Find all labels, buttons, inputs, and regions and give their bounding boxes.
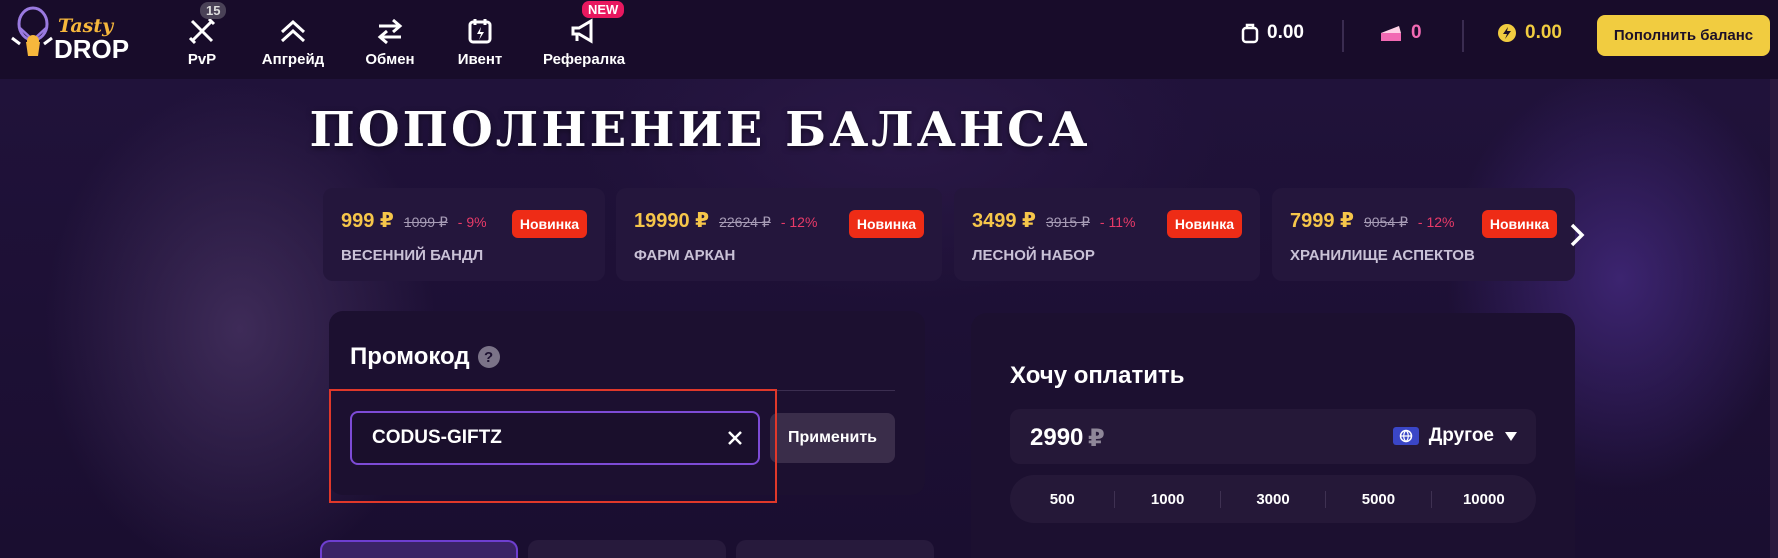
topup-balance-button[interactable]: Пополнить баланс xyxy=(1597,15,1770,56)
logo-text-drop: DROP xyxy=(54,34,129,64)
nav-pvp[interactable]: 15 PvP xyxy=(180,2,227,68)
new-badge: NEW xyxy=(582,1,625,18)
nav-pvp-label: PvP xyxy=(187,51,217,68)
tastydrop-logo[interactable]: Tasty DROP xyxy=(6,6,138,68)
offer-price: 7999 ₽ xyxy=(1290,210,1354,232)
nav-exchange[interactable]: Обмен xyxy=(364,8,416,68)
offer-discount: - 12% xyxy=(780,214,818,230)
payment-method-tab[interactable] xyxy=(320,540,518,558)
close-icon[interactable] xyxy=(726,429,744,447)
offer-old-price: 9054 ₽ xyxy=(1363,214,1408,230)
offer-discount: - 9% xyxy=(457,214,487,230)
offer-old-price: 3915 ₽ xyxy=(1045,214,1090,230)
payment-method-tab[interactable] xyxy=(736,540,934,558)
offer-card[interactable]: 999 ₽ 1099 ₽ - 9% ВЕСЕННИЙ БАНДЛ Новинка xyxy=(323,188,605,281)
preset-amount[interactable]: 1000 xyxy=(1115,490,1221,508)
offer-discount: - 11% xyxy=(1099,214,1136,230)
apply-promo-button[interactable]: Применить xyxy=(770,413,895,463)
globe-icon xyxy=(1392,427,1419,445)
balance-value: 0.00 xyxy=(1267,22,1304,43)
offer-old-price: 1099 ₽ xyxy=(403,214,448,230)
cake-count: 0 xyxy=(1411,22,1422,43)
help-icon[interactable]: ? xyxy=(477,346,500,368)
offer-name: ЛЕСНОЙ НАБОР xyxy=(972,247,1095,264)
top-header: Tasty DROP 15 PvP Апгрейд Обмен Ивент NE… xyxy=(0,0,1778,79)
nav-event[interactable]: Ивент xyxy=(455,8,505,68)
offer-card[interactable]: 7999 ₽ 9054 ₽ - 12% ХРАНИЛИЩЕ АСПЕКТОВ Н… xyxy=(1272,188,1575,281)
new-offer-badge: Новинка xyxy=(511,210,587,238)
payment-method-label: Другое xyxy=(1428,425,1494,446)
wallet-bag-icon xyxy=(1241,23,1259,44)
offer-card[interactable]: 3499 ₽ 3915 ₽ - 11% ЛЕСНОЙ НАБОР Новинка xyxy=(954,188,1260,281)
promo-panel xyxy=(329,311,925,495)
promo-code-input[interactable] xyxy=(372,427,712,449)
payment-method-select[interactable]: Другое xyxy=(1392,425,1518,447)
pvp-count-badge: 15 xyxy=(200,2,227,19)
page-scrollbar[interactable] xyxy=(1770,79,1778,558)
offer-price: 3499 ₽ xyxy=(972,210,1036,232)
preset-amount[interactable]: 3000 xyxy=(1221,490,1327,508)
preset-amount[interactable]: 5000 xyxy=(1326,490,1432,508)
balance-stat[interactable]: 0.00 xyxy=(1241,22,1304,44)
coin-value: 0.00 xyxy=(1525,22,1562,43)
nav-event-label: Ивент xyxy=(457,51,503,68)
amount-field[interactable]: 2990 ₽ Другое xyxy=(1010,409,1536,464)
new-offer-badge: Новинка xyxy=(1166,210,1242,238)
offer-card[interactable]: 19990 ₽ 22624 ₽ - 12% ФАРМ АРКАН Новинка xyxy=(616,188,942,281)
offer-discount: - 12% xyxy=(1417,214,1455,230)
header-divider xyxy=(1462,20,1464,52)
offer-price: 19990 ₽ xyxy=(634,210,710,232)
preset-amount[interactable]: 500 xyxy=(1010,490,1116,508)
coin-icon xyxy=(1498,24,1516,42)
nav-referral[interactable]: NEW Рефералка xyxy=(542,1,626,68)
crossed-swords-icon xyxy=(188,17,216,45)
chevron-down-icon xyxy=(1505,432,1517,441)
chevron-right-icon[interactable] xyxy=(1566,221,1588,249)
cake-icon xyxy=(1381,26,1401,41)
payment-method-tab[interactable] xyxy=(528,540,726,558)
promo-code-field[interactable] xyxy=(350,411,760,465)
currency-symbol: ₽ xyxy=(1088,425,1105,452)
divider xyxy=(350,390,895,391)
new-offer-badge: Новинка xyxy=(848,210,924,238)
upgrade-chevrons-icon xyxy=(280,19,306,43)
offer-name: ФАРМ АРКАН xyxy=(634,247,736,264)
nav-upgrade[interactable]: Апгрейд xyxy=(258,8,328,68)
nav-upgrade-label: Апгрейд xyxy=(261,51,325,68)
exchange-arrows-icon xyxy=(377,18,403,45)
preset-amount[interactable]: 10000 xyxy=(1432,491,1536,508)
promo-title: Промокод ? xyxy=(350,343,500,371)
megaphone-icon xyxy=(571,18,593,44)
offer-name: ВЕСЕННИЙ БАНДЛ xyxy=(341,247,484,264)
coin-stat[interactable]: 0.00 xyxy=(1497,22,1562,44)
offer-name: ХРАНИЛИЩЕ АСПЕКТОВ xyxy=(1290,247,1475,264)
promo-title-text: Промокод xyxy=(350,343,470,370)
offer-old-price: 22624 ₽ xyxy=(719,214,771,230)
offer-price: 999 ₽ xyxy=(341,210,394,232)
nav-exchange-label: Обмен xyxy=(365,51,415,68)
page-title: ПОПОЛНЕНИЕ БАЛАНСА xyxy=(309,102,1091,158)
cake-stat[interactable]: 0 xyxy=(1379,22,1422,44)
new-offer-badge: Новинка xyxy=(1481,210,1557,238)
header-divider xyxy=(1342,20,1344,52)
amount-presets: 500 1000 3000 5000 10000 xyxy=(1010,475,1536,523)
pay-title: Хочу оплатить xyxy=(1010,362,1185,389)
nav-referral-label: Рефералка xyxy=(542,51,626,68)
calendar-bolt-icon xyxy=(468,19,492,44)
amount-value[interactable]: 2990 xyxy=(1030,424,1083,452)
